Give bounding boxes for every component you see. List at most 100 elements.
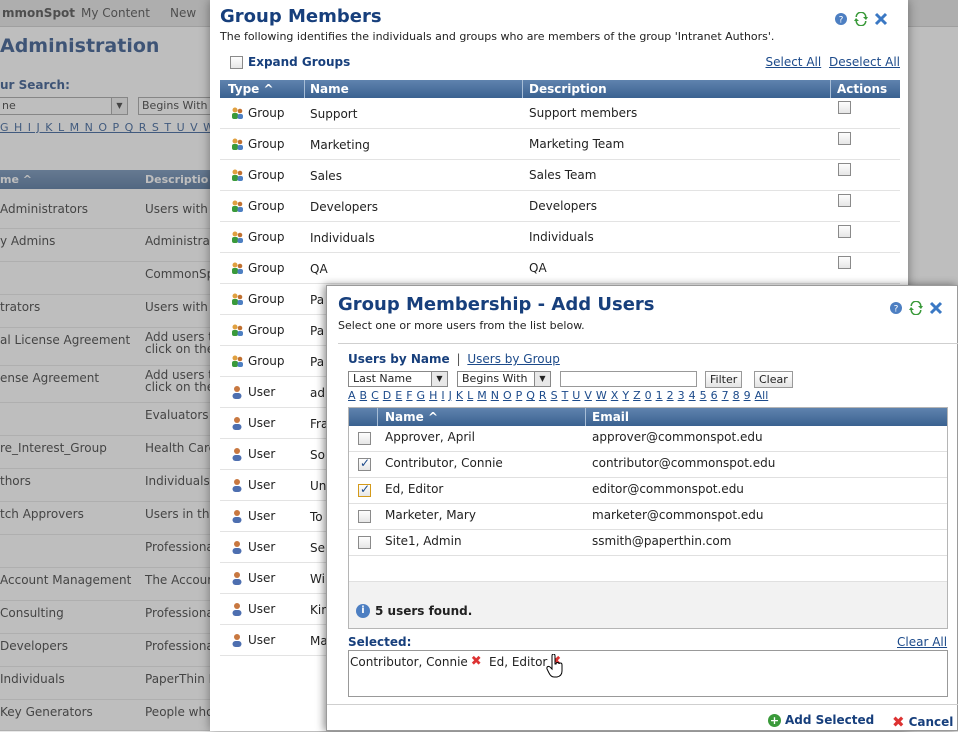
letter-filter-i[interactable]: I [441,389,444,402]
filter-button[interactable]: Filter [705,371,743,388]
member-row[interactable]: Group Marketing Marketing Team [220,129,900,160]
users-grid: Name ^ Email Approver, April approver@com… [348,407,948,629]
letter-filter-4[interactable]: 4 [689,389,696,402]
letter-filter-0[interactable]: 0 [645,389,652,402]
member-description: Individuals [529,230,594,244]
letter-filter-u[interactable]: U [572,389,580,402]
group-icon [230,261,244,275]
match-mode-select[interactable]: Begins With ▼ [457,371,551,387]
member-row[interactable]: Group QA QA [220,253,900,284]
user-checkbox[interactable] [358,536,371,549]
letter-filter-l[interactable]: L [467,389,473,402]
letter-filter-n[interactable]: N [491,389,499,402]
field-select[interactable]: Last Name ▼ [348,371,448,387]
letter-filter-h[interactable]: H [429,389,437,402]
member-checkbox[interactable] [838,193,851,207]
letter-filter-f[interactable]: F [406,389,412,402]
user-checkbox[interactable] [358,456,371,471]
member-row[interactable]: Group Sales Sales Team [220,160,900,191]
help-icon[interactable]: ? [834,12,848,26]
tab-users-by-name[interactable]: Users by Name [348,352,450,366]
select-all-link[interactable]: Select All [765,55,821,69]
letter-filter-1[interactable]: 1 [656,389,663,402]
add-selected-button[interactable]: + Add Selected [768,713,874,727]
letter-filter-j[interactable]: J [449,389,452,402]
filter-input[interactable] [560,371,697,387]
users-grid-header: Name ^ Email [349,408,947,426]
member-row[interactable]: Group Developers Developers [220,191,900,222]
alphabet-filter: A B C D E F G H I J K L M N O P Q R S T U V W X Y Z 0 1 2 3 4 5 6 7 8 9 All [348,389,772,402]
user-icon [230,416,244,430]
user-row[interactable]: Ed, Editor editor@commonspot.edu [349,478,947,504]
letter-filter-m[interactable]: M [477,389,487,402]
user-checkbox[interactable] [358,432,371,445]
letter-filter-b[interactable]: B [360,389,368,402]
letter-filter-v[interactable]: V [584,389,592,402]
member-checkbox[interactable] [838,224,851,238]
letter-filter-r[interactable]: R [539,389,547,402]
letter-filter-e[interactable]: E [395,389,402,402]
letter-filter-w[interactable]: W [596,389,607,402]
letter-filter-o[interactable]: O [503,389,512,402]
expand-groups-checkbox[interactable] [230,55,243,69]
letter-filter-t[interactable]: T [562,389,569,402]
col-name-header[interactable]: Name [310,82,349,96]
member-checkbox[interactable] [838,255,851,269]
close-icon[interactable] [874,12,888,26]
letter-filter-x[interactable]: X [611,389,619,402]
help-icon[interactable]: ? [889,301,903,315]
member-type: Group [248,261,285,275]
remove-icon[interactable]: ✖ [471,654,482,669]
letter-filter-d[interactable]: D [383,389,391,402]
letter-filter-p[interactable]: P [516,389,523,402]
member-checkbox[interactable] [838,100,851,114]
letter-filter-7[interactable]: 7 [722,389,729,402]
clear-button[interactable]: Clear [754,371,793,388]
group-icon [230,168,244,182]
letter-filter-3[interactable]: 3 [678,389,685,402]
selected-user-name: Contributor, Connie [350,654,468,669]
user-icon [230,509,244,523]
letter-filter-q[interactable]: Q [526,389,535,402]
user-checkbox[interactable] [358,510,371,523]
letter-filter-y[interactable]: Y [622,389,629,402]
member-row[interactable]: Group Support Support members [220,98,900,129]
expand-groups-toggle[interactable]: Expand Groups [230,55,350,69]
refresh-icon[interactable] [854,12,868,26]
member-type: Group [248,323,285,337]
member-row[interactable]: Group Individuals Individuals [220,222,900,253]
tab-users-by-group[interactable]: Users by Group [467,352,559,366]
dialog-controls: ? [834,12,888,26]
member-checkbox[interactable] [838,162,851,176]
col-email-header[interactable]: Email [592,410,629,424]
user-row[interactable]: Approver, April approver@commonspot.edu [349,426,947,452]
letter-filter-c[interactable]: C [371,389,379,402]
letter-filter-s[interactable]: S [551,389,558,402]
clear-all-link[interactable]: Clear All [897,635,947,649]
member-name: Pa [310,293,325,307]
selected-users-box: Contributor, Connie ✖ Ed, Editor ✖ [348,650,948,697]
cancel-button[interactable]: ✖ Cancel [892,713,953,731]
user-row[interactable]: Marketer, Mary marketer@commonspot.edu [349,504,947,530]
expand-groups-label: Expand Groups [248,55,351,69]
letter-filter-6[interactable]: 6 [711,389,718,402]
user-checkbox[interactable] [358,482,371,497]
letter-filter-2[interactable]: 2 [667,389,674,402]
deselect-all-link[interactable]: Deselect All [829,55,900,69]
close-icon[interactable] [929,301,943,315]
user-row[interactable]: Contributor, Connie contributor@commonspo… [349,452,947,478]
letter-filter-all[interactable]: All [755,389,769,402]
letter-filter-z[interactable]: Z [633,389,641,402]
letter-filter-9[interactable]: 9 [744,389,751,402]
letter-filter-a[interactable]: A [348,389,356,402]
refresh-icon[interactable] [909,301,923,315]
member-checkbox[interactable] [838,131,851,145]
letter-filter-g[interactable]: G [417,389,426,402]
user-row[interactable]: Site1, Admin ssmith@paperthin.com [349,530,947,556]
col-name-header[interactable]: Name ^ [385,410,438,424]
col-description-header[interactable]: Description [529,82,607,96]
letter-filter-5[interactable]: 5 [700,389,707,402]
col-type-header[interactable]: Type ^ [228,82,274,96]
letter-filter-k[interactable]: K [456,389,463,402]
letter-filter-8[interactable]: 8 [733,389,740,402]
